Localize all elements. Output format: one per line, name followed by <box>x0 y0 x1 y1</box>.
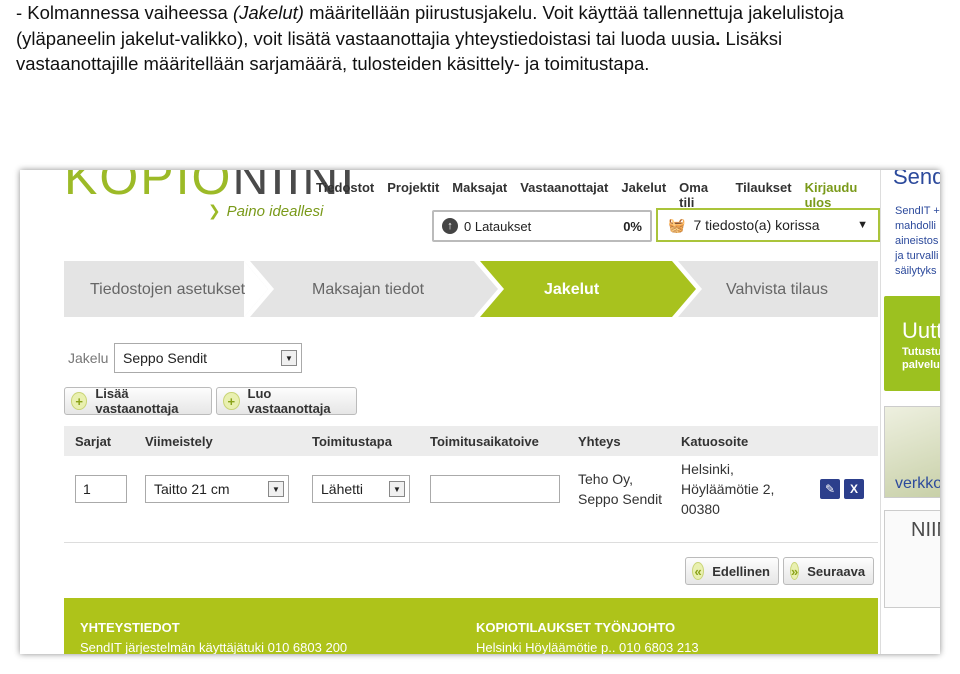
sidebar-line: SendIT + <box>895 205 940 217</box>
viimeistely-value: Taitto 21 cm <box>154 481 230 497</box>
brand-logo[interactable]: KOPIONIINI <box>64 170 356 206</box>
logout-link[interactable]: Kirjaudu ulos <box>805 180 880 210</box>
double-chevron-right-icon: » <box>790 562 800 580</box>
jakelu-value: Seppo Sendit <box>123 350 208 366</box>
col-toimitustapa: Toimitustapa <box>312 434 392 449</box>
basket-icon: 🧺 <box>668 216 686 233</box>
caption-text: määritellään piirustusjakelu. Voit käytt… <box>303 2 844 23</box>
nav-projektit[interactable]: Projektit <box>387 180 439 210</box>
col-toimitusaikatoive: Toimitusaikatoive <box>430 434 539 449</box>
caption-text: (yläpaneelin jakelut-valikko), voit lisä… <box>16 27 716 49</box>
col-sarjat: Sarjat <box>75 434 112 449</box>
delete-icon[interactable]: X <box>844 479 864 499</box>
step-vahvista-tilaus[interactable]: Vahvista tilaus <box>726 281 828 299</box>
instruction-caption: - Kolmannessa vaiheessa (Jakelut) määrit… <box>16 0 946 77</box>
caption-emphasis: (Jakelut) <box>232 2 304 23</box>
screenshot-frame: KOPIONIINI ❯ Paino ideallesi Tiedostot Pr… <box>20 170 940 654</box>
add-recipient-button[interactable]: + Lisää vastaanottaja <box>64 386 212 416</box>
slogan-text: Paino ideallesi <box>226 203 324 220</box>
sidebar-line: aineistos <box>895 235 939 247</box>
jakelu-select[interactable]: Seppo Sendit ▼ <box>114 343 302 373</box>
col-viimeistely: Viimeistely <box>145 434 213 449</box>
double-chevron-left-icon: « <box>692 562 705 580</box>
slogan: ❯ Paino ideallesi <box>208 202 323 220</box>
main-panel: KOPIONIINI ❯ Paino ideallesi Tiedostot Pr… <box>20 170 880 654</box>
sidebar-banner[interactable]: Uutt Tutustu palvelu <box>884 296 940 391</box>
downloads-percent: 0% <box>623 218 642 234</box>
sarjat-input[interactable]: 1 <box>75 475 127 503</box>
nav-tilaukset[interactable]: Tilaukset <box>735 180 791 210</box>
osoite-line: 00380 <box>681 501 720 517</box>
footer-contact-text: SendIT järjestelmän käyttäjätuki 010 680… <box>80 640 348 654</box>
step-maksajan-tiedot[interactable]: Maksajan tiedot <box>312 281 424 299</box>
step-tiedostojen-asetukset[interactable]: Tiedostojen asetukset <box>90 281 245 299</box>
next-label: Seuraava <box>807 563 866 579</box>
jakelu-label: Jakelu <box>68 350 109 366</box>
cart-label: 7 tiedosto(a) korissa <box>693 217 820 233</box>
sidebar-line: ja turvalli <box>895 250 939 262</box>
plus-icon: + <box>223 392 240 410</box>
paper-ad-label: verkko <box>895 475 940 492</box>
sidebar-line: säilytyks <box>895 265 937 277</box>
downloads-label: 0 Lataukset <box>464 218 532 234</box>
nav-tiedostot[interactable]: Tiedostot <box>316 180 374 210</box>
next-button[interactable]: » Seuraava <box>783 557 874 585</box>
progress-steps: Tiedostojen asetukset Maksajan tiedot Ja… <box>64 261 878 317</box>
col-yhteys: Yhteys <box>578 434 621 449</box>
osoite-line: Höyläämötie 2, <box>681 481 775 497</box>
create-recipient-button[interactable]: + Luo vastaanottaja <box>216 386 357 416</box>
banner-text: Tutustu palvelu <box>902 346 940 372</box>
osoite-line: Helsinki, <box>681 461 734 477</box>
footer-contact-title: YHTEYSTIEDOT <box>80 620 180 635</box>
cart-dropdown[interactable]: 🧺 7 tiedosto(a) korissa ▼ <box>656 208 880 242</box>
caret-down-icon: ▼ <box>268 481 284 497</box>
create-recipient-label: Luo vastaanottaja <box>247 386 331 416</box>
yhteys-line: Seppo Sendit <box>578 491 663 507</box>
yhteys-cell: Teho Oy, Seppo Sendit <box>578 469 662 509</box>
footer-orders-text: Helsinki Höyläämötie p.. 010 6803 213 <box>476 640 699 654</box>
sidebar-niini-ad[interactable]: NIIN <box>884 510 940 608</box>
top-nav: Tiedostot Projektit Maksajat Vastaanotta… <box>316 180 880 210</box>
nav-oma-tili[interactable]: Oma tili <box>679 180 722 210</box>
caret-down-icon: ▼ <box>389 481 405 497</box>
footer-orders-title: KOPIOTILAUKSET TYÖNJOHTO <box>476 620 676 635</box>
toimitustapa-value: Lähetti <box>321 481 364 497</box>
nav-jakelut[interactable]: Jakelut <box>621 180 666 210</box>
sidebar-title: Send <box>893 170 940 189</box>
edit-icon[interactable]: ✎ <box>820 479 840 499</box>
table-row: 1 Taitto 21 cm ▼ Lähetti ▼ Teho Oy, Sepp… <box>64 456 878 543</box>
logo-left: KOPIO <box>64 170 233 205</box>
sidebar-ads: Send SendIT + mahdolli aineistos ja turv… <box>880 170 940 654</box>
prev-button[interactable]: « Edellinen <box>685 557 779 585</box>
yhteys-line: Teho Oy, <box>578 471 633 487</box>
banner-line: Tutustu <box>902 346 940 358</box>
caret-down-icon: ▼ <box>281 350 297 366</box>
plus-icon: + <box>71 392 88 410</box>
add-recipient-label: Lisää vastaanottaja <box>95 386 179 416</box>
downloads-indicator[interactable]: ↑ 0 Lataukset 0% <box>432 210 652 242</box>
caption-text: - Kolmannessa vaiheessa <box>16 2 233 23</box>
prev-label: Edellinen <box>712 563 770 579</box>
caption-text: vastaanottajille määritellään sarjamäärä… <box>16 53 650 74</box>
sidebar-line: mahdolli <box>895 220 936 232</box>
banner-line: palvelu <box>902 359 940 371</box>
table-header: Sarjat Viimeistely Toimitustapa Toimitus… <box>64 426 878 456</box>
katuosoite-cell: Helsinki, Höyläämötie 2, 00380 <box>681 459 774 519</box>
nav-vastaanottajat[interactable]: Vastaanottajat <box>520 180 608 210</box>
toimitustapa-select[interactable]: Lähetti ▼ <box>312 475 410 503</box>
col-katuosoite: Katuosoite <box>681 434 749 449</box>
arrow-up-icon: ↑ <box>442 218 458 234</box>
sidebar-paper-ad[interactable]: verkko <box>884 406 940 498</box>
caret-down-icon: ▼ <box>857 219 868 231</box>
caption-text: Lisäksi <box>720 27 783 49</box>
chevron-right-icon: ❯ <box>208 203 221 220</box>
nav-maksajat[interactable]: Maksajat <box>452 180 507 210</box>
banner-title: Uutt <box>902 318 940 343</box>
footer: YHTEYSTIEDOT SendIT järjestelmän käyttäj… <box>64 598 878 654</box>
viimeistely-select[interactable]: Taitto 21 cm ▼ <box>145 475 289 503</box>
niini-ad-label: NIIN <box>911 519 940 541</box>
sidebar-text: SendIT + mahdolli aineistos ja turvalli … <box>895 204 940 279</box>
toimitusaikatoive-input[interactable] <box>430 475 560 503</box>
step-jakelut[interactable]: Jakelut <box>544 281 599 299</box>
